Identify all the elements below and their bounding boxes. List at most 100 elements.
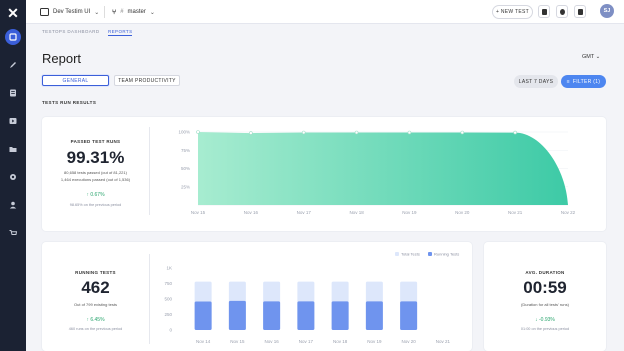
arrow-up-icon: ↑ [86,192,89,198]
play-icon[interactable] [5,113,21,129]
tab-reports[interactable]: REPORTS [108,29,133,36]
duration-delta: ↓ -0.93% [484,317,606,323]
bar-running-tests [297,301,315,330]
data-point [196,130,200,134]
duration-delta-value: -0.93% [539,317,555,323]
running-value: 462 [81,278,110,297]
data-point [354,130,359,135]
timezone-selector[interactable]: GMT ⌄ [582,54,600,60]
bar-running-tests [263,301,281,330]
folder-icon[interactable] [574,5,586,18]
settings-icon[interactable] [5,169,21,185]
x-tick-label: Nov 21 [508,210,523,215]
cart-icon[interactable] [5,225,21,241]
sidebar: ✕ [0,0,26,351]
x-tick-label: Nov 15 [191,210,206,215]
x-tick-label: Nov 21 [436,339,451,344]
passed-runs-chart: 100% 75% 50% 25% Nov 15 Nov 16 Nov 17 Nov 18 Nov… [178,130,576,216]
running-tests-card: RUNNING TESTS 462 Out of 799 existing te… [42,242,472,351]
y-tick-label: 1K [166,266,172,271]
timezone-label: GMT [582,54,595,60]
list-icon[interactable] [5,85,21,101]
passed-runs-card: PASSED TEST RUNS 99.31% 80,658 tests pas… [42,117,606,231]
passed-runs-area [198,132,568,205]
arrow-down-icon: ↓ [535,317,538,323]
running-previous: 460 runs on the previous period [68,327,123,331]
avg-duration-card: AVG. DURATION 00:59 (Duration for all te… [484,242,606,351]
data-point [249,131,253,135]
chevron-down-icon: ⌄ [595,54,601,60]
x-tick-label: Nov 18 [349,210,364,215]
y-tick-label: 500 [164,297,172,302]
x-tick-label: Nov 18 [333,339,348,344]
y-tick-label: 25% [181,184,190,189]
document-icon[interactable] [538,5,550,18]
y-tick-label: 0 [169,328,172,333]
branch-selector[interactable]: ⑂ # master ⌄ [112,5,155,19]
monitor-icon [40,8,49,16]
x-tick-label: Nov 19 [402,210,417,215]
folder-icon[interactable] [5,141,21,157]
x-tick-label: Nov 17 [299,339,314,344]
tab-testops-dashboard[interactable]: TESTOPS DASHBOARD [42,29,99,34]
section-title: TESTS RUN RESULTS [42,100,97,105]
edit-icon[interactable] [5,57,21,73]
duration-previous: 01:00 on the previous period [520,327,570,331]
x-tick-label: Nov 22 [561,210,576,215]
filter-label: FILTER (1) [572,78,601,85]
x-tick-label: Nov 20 [401,339,416,344]
tab-team-productivity[interactable]: TEAM PRODUCTIVITY [114,75,180,86]
chevron-down-icon: ⌄ [94,9,100,16]
legend-running-tests: Running Tests [434,252,459,257]
passed-delta-value: 0.67% [90,192,105,198]
bar-running-tests [331,301,349,330]
hash-icon: # [120,9,124,15]
y-tick-label: 75% [181,148,190,153]
tab-general[interactable]: GENERAL [42,75,109,86]
duration-label: AVG. DURATION [525,270,565,275]
legend-swatch-running [428,252,432,256]
passed-label: PASSED TEST RUNS [70,139,121,144]
duration-value: 00:59 [523,278,567,297]
user-icon[interactable] [5,197,21,213]
project-name: Dev Testim UI [53,9,91,15]
data-point [301,130,306,135]
avatar[interactable]: SJ [600,4,614,18]
logo-icon[interactable]: ✕ [5,5,21,21]
data-point [460,130,465,135]
page-title: Report [42,51,82,66]
y-tick-label: 50% [181,166,190,171]
x-tick-label: Nov 19 [367,339,382,344]
running-delta-value: 6.45% [90,317,105,323]
running-label: RUNNING TESTS [75,270,116,275]
branch-name: master [127,9,146,15]
bar-running-tests [400,301,418,330]
bar-running-tests [365,301,383,330]
x-tick-label: Nov 20 [455,210,470,215]
y-tick-label: 750 [164,281,172,286]
passed-previous: 98.65% on the previous period [69,203,122,207]
project-selector[interactable]: Dev Testim UI ⌄ [40,5,99,19]
branch-icon: ⑂ [112,8,117,16]
data-point [513,130,517,135]
running-detail: Out of 799 existing tests [74,302,117,307]
passed-detail-2: 1,464 executions passed (out of 1,536) [60,177,131,182]
x-tick-label: Nov 16 [264,339,279,344]
legend-swatch-total [395,252,399,256]
new-test-button[interactable]: + NEW TEST [492,5,533,19]
filter-button[interactable]: ≡ FILTER (1) [561,75,606,88]
filter-icon: ≡ [566,78,570,85]
divider [104,6,105,18]
x-tick-label: Nov 16 [244,210,259,215]
bar-running-tests [194,301,212,330]
bar-running-tests [228,300,246,330]
x-tick-label: Nov 15 [230,339,245,344]
legend-total-tests: Total Tests [401,252,420,257]
dashboard-icon[interactable] [5,29,21,45]
bug-icon[interactable] [556,5,568,18]
arrow-up-icon: ↑ [86,317,89,323]
y-tick-label: 100% [178,130,190,135]
date-range-button[interactable]: LAST 7 DAYS [514,75,558,88]
running-delta: ↑ 6.45% [42,317,149,323]
data-point [407,130,412,135]
